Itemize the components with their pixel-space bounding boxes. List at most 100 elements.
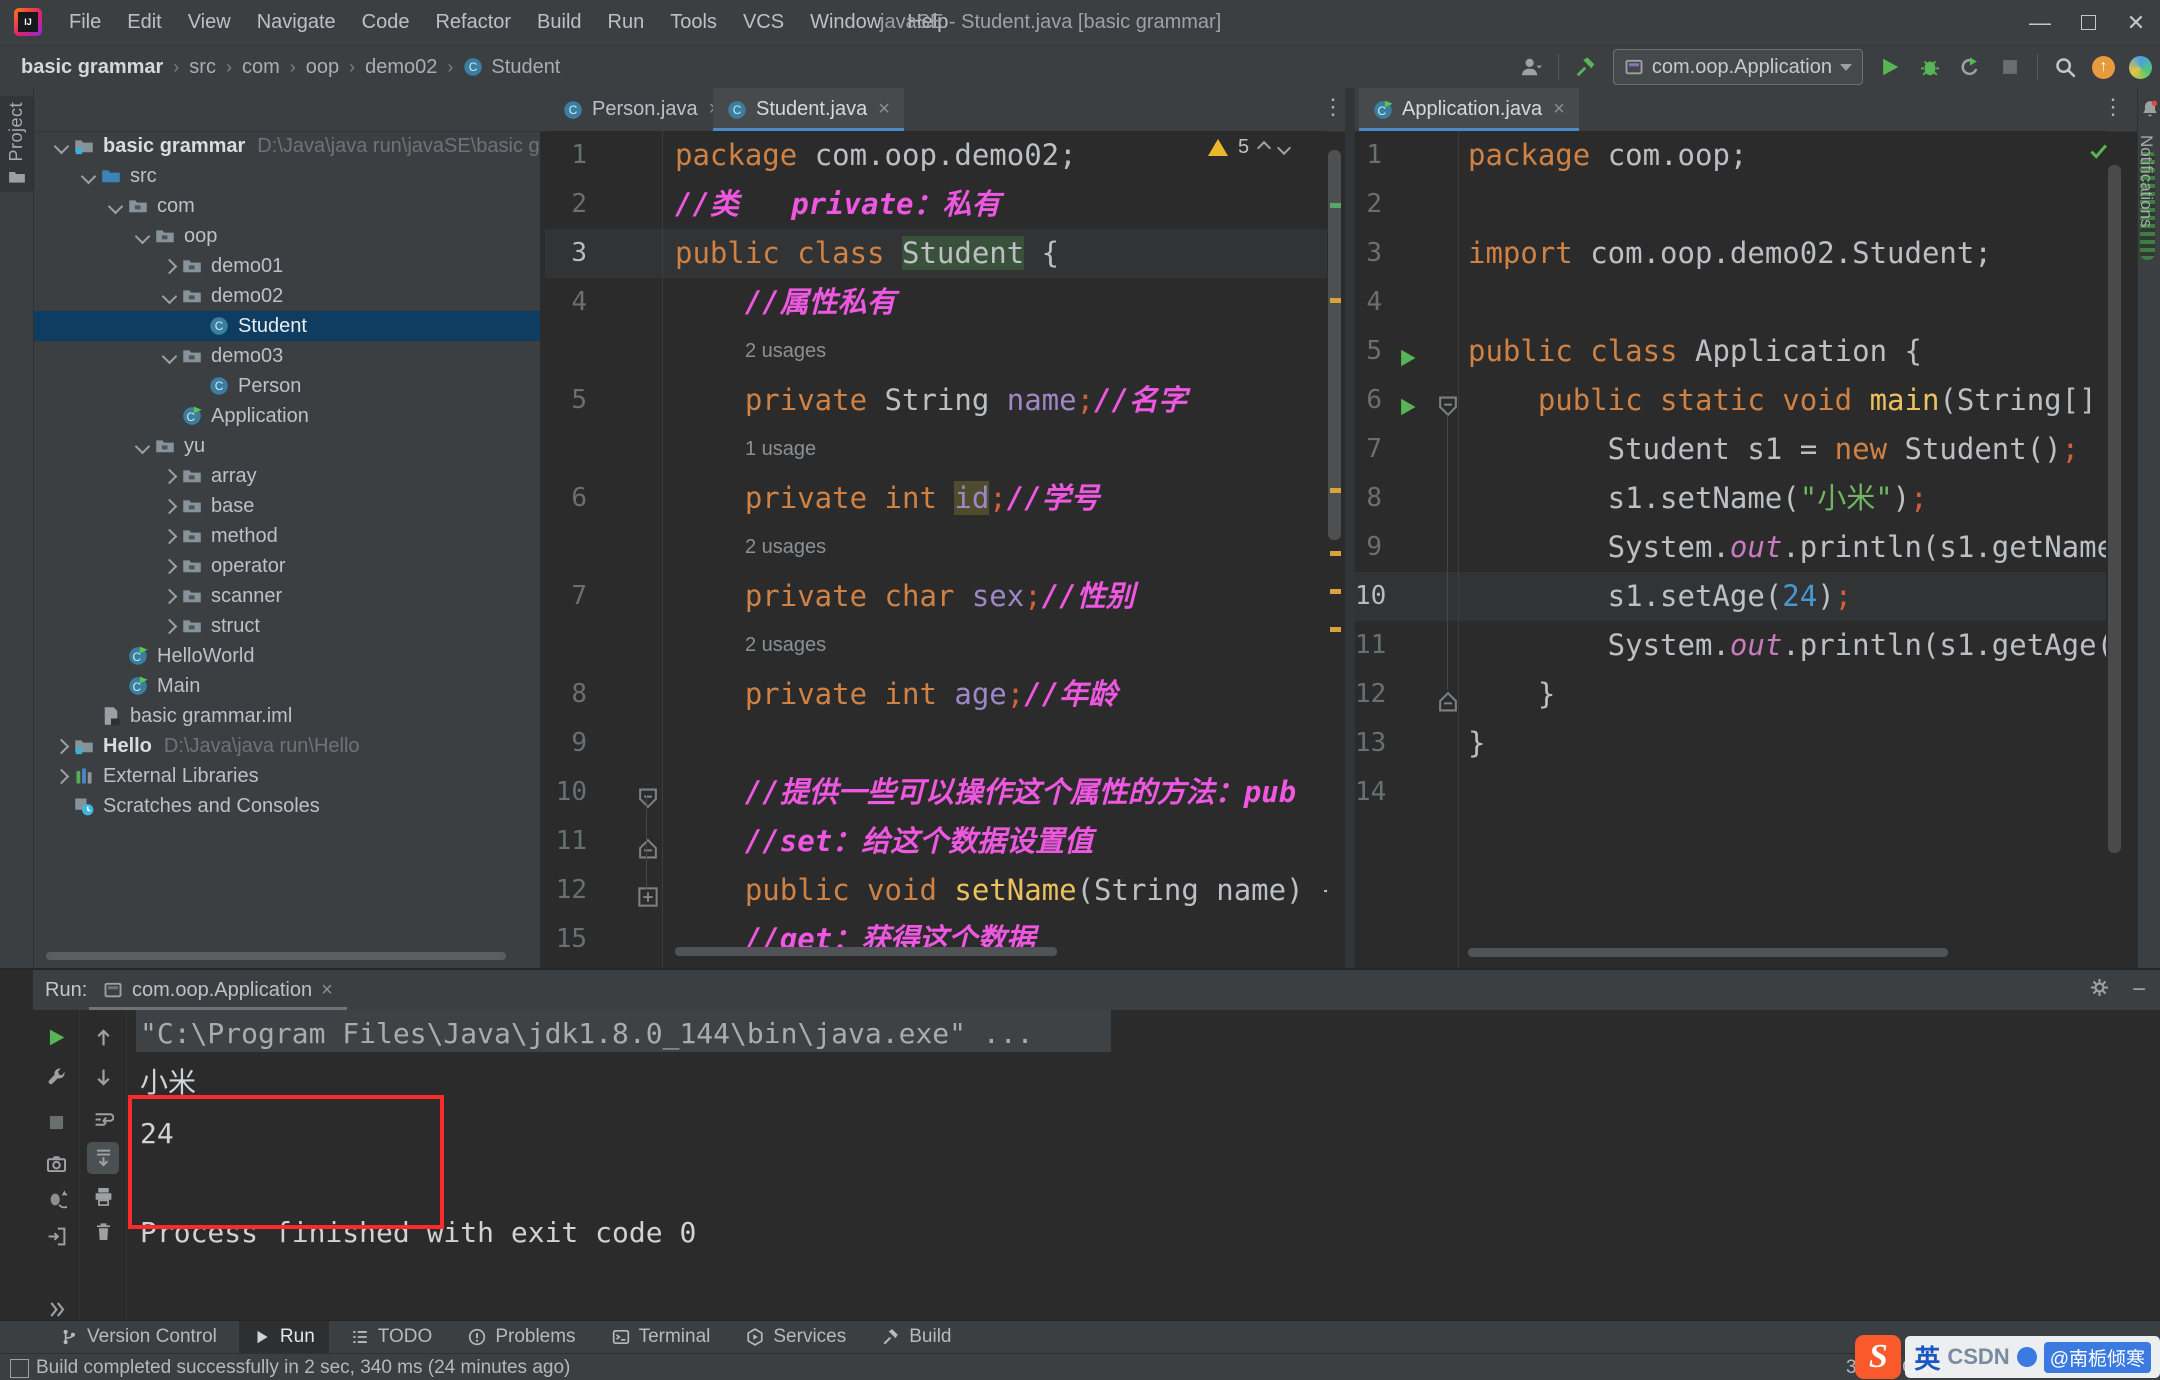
editor-h-scrollbar[interactable] [1468,948,1948,957]
gradient-icon[interactable] [2129,55,2152,79]
tree-item-helloworld[interactable]: C HelloWorld [34,641,540,671]
inspections-widget[interactable]: 5 [1208,136,1292,159]
menu-item-edit[interactable]: Edit [114,0,174,45]
breadcrumb-item[interactable]: basic grammar [21,56,163,79]
menu-item-vcs[interactable]: VCS [730,0,797,45]
tree-item-person[interactable]: C Person [34,371,540,401]
chevron-right-icon[interactable] [161,498,177,514]
menu-item-run[interactable]: Run [595,0,658,45]
chevron-right-icon[interactable] [161,528,177,544]
up-arrow-icon[interactable] [91,1025,115,1049]
fold-up-icon[interactable] [1437,680,1459,712]
chevron-down-icon[interactable] [53,138,69,154]
editor-h-scrollbar[interactable] [675,947,1057,956]
minimize-button[interactable]: — [2016,0,2064,45]
rerun-icon[interactable] [44,1025,68,1049]
clear-icon[interactable] [91,1219,115,1243]
breadcrumb-item[interactable]: Student [491,56,560,79]
tree-item-basic-grammar[interactable]: basic grammar D:\Java\java run\javaSE\bas… [34,131,540,161]
menu-item-file[interactable]: File [56,0,114,45]
down-arrow-icon[interactable] [91,1065,115,1089]
hide-icon[interactable]: − [2132,976,2146,1004]
tree-item-scratches-and-consoles[interactable]: Scratches and Consoles [34,791,540,821]
build-status-message[interactable]: Build completed successfully in 2 sec, 3… [36,1354,570,1380]
bell-icon[interactable] [2141,100,2159,118]
toolwindow-button-run[interactable]: Run [238,1320,329,1354]
tree-item-demo02[interactable]: demo02 [34,281,540,311]
toolwindow-button-services[interactable]: Services [732,1321,860,1354]
run-gutter-icon[interactable] [1397,386,1419,416]
run-icon[interactable] [1877,54,1903,80]
close-icon[interactable]: × [878,98,890,121]
menu-item-navigate[interactable]: Navigate [244,0,349,45]
scroll-to-end-icon[interactable] [87,1142,119,1174]
chevron-right-icon[interactable] [161,558,177,574]
run-console[interactable]: "C:\Program Files\Java\jdk1.8.0_144\bin\… [128,1010,2160,1320]
fold-down-icon[interactable] [1437,386,1459,417]
toolwindow-button-version-control[interactable]: Version Control [46,1321,231,1354]
user-icon[interactable] [1518,54,1544,80]
menu-item-build[interactable]: Build [524,0,594,45]
editor-application-java[interactable]: 1 package com.oop; 2 3 import com.oop.demo02… [1355,131,2106,968]
wrench-icon[interactable] [44,1064,68,1088]
chevron-right-icon[interactable] [161,468,177,484]
debug-icon[interactable] [1917,54,1943,80]
menu-item-tools[interactable]: Tools [657,0,730,45]
chevron-down-icon[interactable] [134,438,150,454]
build-hammer-icon[interactable] [1573,54,1599,80]
next-warning-icon[interactable] [1277,140,1292,155]
tree-item-oop[interactable]: oop [34,221,540,251]
chevron-right-icon[interactable] [161,258,177,274]
tree-item-com[interactable]: com [34,191,540,221]
search-icon[interactable] [2052,54,2078,80]
toolwindow-button-terminal[interactable]: Terminal [598,1321,725,1354]
close-icon[interactable]: × [321,979,333,1002]
coverage-icon[interactable] [1957,54,1983,80]
tree-item-base[interactable]: base [34,491,540,521]
tab-application-java[interactable]: C Application.java × [1359,88,1579,131]
tree-item-demo03[interactable]: demo03 [34,341,540,371]
toolwindow-button-todo[interactable]: TODO [337,1321,447,1354]
toolwindow-button-build[interactable]: Build [868,1321,965,1354]
chevron-right-icon[interactable] [161,588,177,604]
tree-item-scanner[interactable]: scanner [34,581,540,611]
chevron-right-icon[interactable] [53,768,69,784]
tree-item-hello[interactable]: Hello D:\Java\java run\Hello [34,731,540,761]
editor-splitter[interactable] [1345,88,1355,968]
print-icon[interactable] [91,1184,115,1208]
chevron-down-icon[interactable] [161,288,177,304]
tab-student-java[interactable]: C Student.java × [713,88,904,131]
editor-scrollbar[interactable] [2108,165,2121,853]
prev-warning-icon[interactable] [1257,140,1272,155]
chevrons-icon[interactable] [44,1297,68,1321]
more-icon[interactable]: ⋮ [2100,94,2126,124]
menu-item-code[interactable]: Code [349,0,423,45]
chevron-right-icon[interactable] [53,738,69,754]
menu-item-refactor[interactable]: Refactor [422,0,524,45]
close-button[interactable]: ✕ [2112,0,2160,45]
run-gutter-icon[interactable] [1397,337,1419,367]
tree-item-array[interactable]: array [34,461,540,491]
editor-scrollbar[interactable] [1328,150,1341,540]
update-icon[interactable]: ↑ [2092,55,2115,79]
stop-icon[interactable] [1997,54,2023,80]
tool-stripe-project[interactable]: Project [0,96,33,192]
breadcrumb-item[interactable]: src [189,56,216,79]
tree-item-external-libraries[interactable]: External Libraries [34,761,540,791]
tree-item-yu[interactable]: yu [34,431,540,461]
restore-button[interactable] [2064,0,2112,45]
fold-down-icon[interactable] [637,778,659,809]
chevron-down-icon[interactable] [107,198,123,214]
status-window-icon[interactable] [10,1359,29,1378]
tree-item-basic-grammar-iml[interactable]: basic grammar.iml [34,701,540,731]
tree-item-student[interactable]: C Student [34,311,540,341]
rerun-failed-icon[interactable] [44,1187,68,1211]
chevron-down-icon[interactable] [161,348,177,364]
breadcrumb-item[interactable]: com [242,56,280,79]
tree-item-operator[interactable]: operator [34,551,540,581]
tree-item-main[interactable]: C Main [34,671,540,701]
tree-item-method[interactable]: method [34,521,540,551]
breadcrumb-item[interactable]: oop [306,56,339,79]
tree-item-src[interactable]: src [34,161,540,191]
fold-up-icon[interactable] [637,827,659,859]
